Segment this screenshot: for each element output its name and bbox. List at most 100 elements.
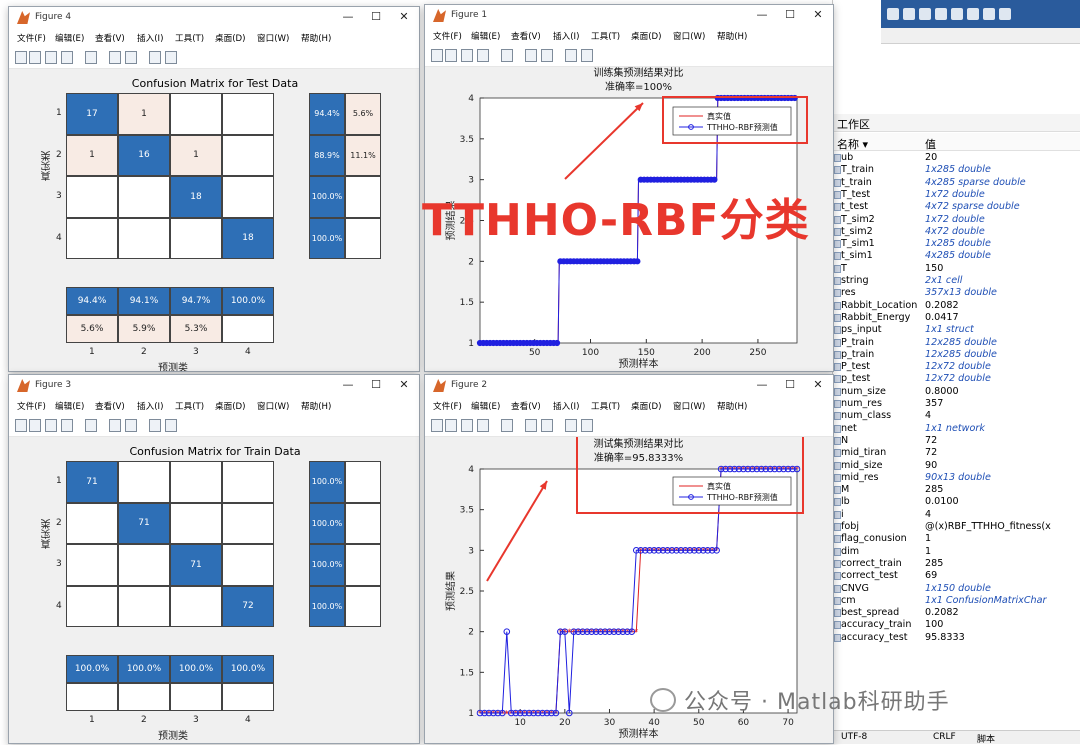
open-icon[interactable]: [445, 419, 457, 432]
save-icon[interactable]: [45, 51, 57, 64]
undo-icon[interactable]: [951, 8, 963, 20]
workspace-row[interactable]: p_test 12x72 double: [833, 373, 1080, 385]
legend-icon[interactable]: [541, 419, 553, 432]
pointer-icon[interactable]: [565, 419, 577, 432]
menu-item[interactable]: 帮助(H): [717, 30, 747, 42]
workspace-row[interactable]: CNVG 1x150 double: [833, 583, 1080, 595]
workspace-row[interactable]: num_size 0.8000: [833, 386, 1080, 398]
workspace-row[interactable]: accuracy_train 100: [833, 619, 1080, 631]
link-icon[interactable]: [501, 419, 513, 432]
close-button[interactable]: ✕: [393, 378, 415, 394]
save-icon[interactable]: [461, 49, 473, 62]
workspace-row[interactable]: flag_conusion 1: [833, 533, 1080, 545]
workspace-row[interactable]: lb 0.0100: [833, 496, 1080, 508]
menu-item[interactable]: 查看(V): [511, 30, 541, 42]
figure3-window[interactable]: Figure 3 — ☐ ✕ 文件(F) 编辑(E) 查看(V) 插入(I) 工具(T)…: [8, 374, 420, 744]
new-figure-icon[interactable]: [431, 49, 443, 62]
workspace-row[interactable]: net 1x1 network: [833, 423, 1080, 435]
menu-item[interactable]: 窗口(W): [257, 32, 289, 44]
property-icon[interactable]: [581, 419, 593, 432]
workspace-row[interactable]: mid_tiran 72: [833, 447, 1080, 459]
titlebar[interactable]: Figure 1 — ☐ ✕: [425, 5, 833, 27]
workspace-row[interactable]: Rabbit_Energy 0.0417: [833, 312, 1080, 324]
workspace-row[interactable]: t_sim1 4x285 double: [833, 250, 1080, 262]
menu-item[interactable]: 插入(I): [553, 400, 579, 412]
print-icon[interactable]: [477, 419, 489, 432]
save-icon[interactable]: [461, 419, 473, 432]
menu-item[interactable]: 插入(I): [137, 400, 163, 412]
workspace-row[interactable]: T_sim1 1x285 double: [833, 238, 1080, 250]
colorbar-icon[interactable]: [109, 51, 121, 64]
name-column-header[interactable]: 名称 ▾: [837, 136, 868, 152]
link-icon[interactable]: [501, 49, 513, 62]
workspace-row[interactable]: num_res 357: [833, 398, 1080, 410]
menu-item[interactable]: 编辑(E): [471, 400, 500, 412]
workspace-row[interactable]: accuracy_test 95.8333: [833, 632, 1080, 644]
workspace-row[interactable]: p_train 12x285 double: [833, 349, 1080, 361]
menu-item[interactable]: 窗口(W): [673, 400, 705, 412]
open-icon[interactable]: [29, 51, 41, 64]
workspace-row[interactable]: ub 20: [833, 152, 1080, 164]
property-icon[interactable]: [165, 51, 177, 64]
menu-item[interactable]: 帮助(H): [301, 32, 331, 44]
save-icon[interactable]: [887, 8, 899, 20]
workspace-row[interactable]: P_train 12x285 double: [833, 337, 1080, 349]
workspace-row[interactable]: dim 1: [833, 546, 1080, 558]
property-icon[interactable]: [165, 419, 177, 432]
menu-item[interactable]: 编辑(E): [471, 30, 500, 42]
help-icon[interactable]: [999, 8, 1011, 20]
workspace-row[interactable]: res 357x13 double: [833, 287, 1080, 299]
copy-icon[interactable]: [919, 8, 931, 20]
workspace-row[interactable]: T_train 1x285 double: [833, 164, 1080, 176]
workspace-row[interactable]: T 150: [833, 263, 1080, 275]
titlebar[interactable]: Figure 3 — ☐ ✕: [9, 375, 419, 397]
menu-item[interactable]: 工具(T): [175, 32, 204, 44]
close-button[interactable]: ✕: [807, 8, 829, 24]
maximize-button[interactable]: ☐: [365, 378, 387, 394]
figure4-window[interactable]: Figure 4 — ☐ ✕ 文件(F) 编辑(E) 查看(V) 插入(I) 工具(T)…: [8, 6, 420, 372]
workspace-row[interactable]: T_sim2 1x72 double: [833, 214, 1080, 226]
new-figure-icon[interactable]: [15, 51, 27, 64]
close-button[interactable]: ✕: [807, 378, 829, 394]
menu-item[interactable]: 查看(V): [95, 32, 125, 44]
legend-icon[interactable]: [541, 49, 553, 62]
workspace-row[interactable]: t_train 4x285 sparse double: [833, 177, 1080, 189]
switch-icon[interactable]: [983, 8, 995, 20]
workspace-row[interactable]: num_class 4: [833, 410, 1080, 422]
maximize-button[interactable]: ☐: [779, 8, 801, 24]
minimize-button[interactable]: —: [751, 378, 773, 394]
workspace-row[interactable]: correct_train 285: [833, 558, 1080, 570]
titlebar[interactable]: Figure 4 — ☐ ✕: [9, 7, 419, 29]
workspace-row[interactable]: N 72: [833, 435, 1080, 447]
maximize-button[interactable]: ☐: [365, 10, 387, 26]
close-button[interactable]: ✕: [393, 10, 415, 26]
open-icon[interactable]: [29, 419, 41, 432]
menu-item[interactable]: 编辑(E): [55, 32, 84, 44]
legend-icon[interactable]: [125, 419, 137, 432]
maximize-button[interactable]: ☐: [779, 378, 801, 394]
menu-item[interactable]: 文件(F): [433, 30, 462, 42]
menu-item[interactable]: 文件(F): [17, 400, 46, 412]
menu-item[interactable]: 桌面(D): [215, 32, 246, 44]
workspace-row[interactable]: M 285: [833, 484, 1080, 496]
colorbar-icon[interactable]: [109, 419, 121, 432]
save-icon[interactable]: [45, 419, 57, 432]
menu-item[interactable]: 工具(T): [591, 30, 620, 42]
workspace-row[interactable]: T_test 1x72 double: [833, 189, 1080, 201]
print-icon[interactable]: [477, 49, 489, 62]
workspace-row[interactable]: P_test 12x72 double: [833, 361, 1080, 373]
paste-icon[interactable]: [935, 8, 947, 20]
menu-item[interactable]: 桌面(D): [215, 400, 246, 412]
menu-item[interactable]: 工具(T): [591, 400, 620, 412]
menu-item[interactable]: 查看(V): [511, 400, 541, 412]
print-icon[interactable]: [61, 419, 73, 432]
titlebar[interactable]: Figure 2 — ☐ ✕: [425, 375, 833, 397]
menu-item[interactable]: 帮助(H): [717, 400, 747, 412]
menu-item[interactable]: 编辑(E): [55, 400, 84, 412]
workspace-row[interactable]: mid_res 90x13 double: [833, 472, 1080, 484]
menu-item[interactable]: 文件(F): [17, 32, 46, 44]
minimize-button[interactable]: —: [751, 8, 773, 24]
menu-item[interactable]: 工具(T): [175, 400, 204, 412]
value-column-header[interactable]: 值: [925, 136, 936, 152]
workspace-row[interactable]: string 2x1 cell: [833, 275, 1080, 287]
